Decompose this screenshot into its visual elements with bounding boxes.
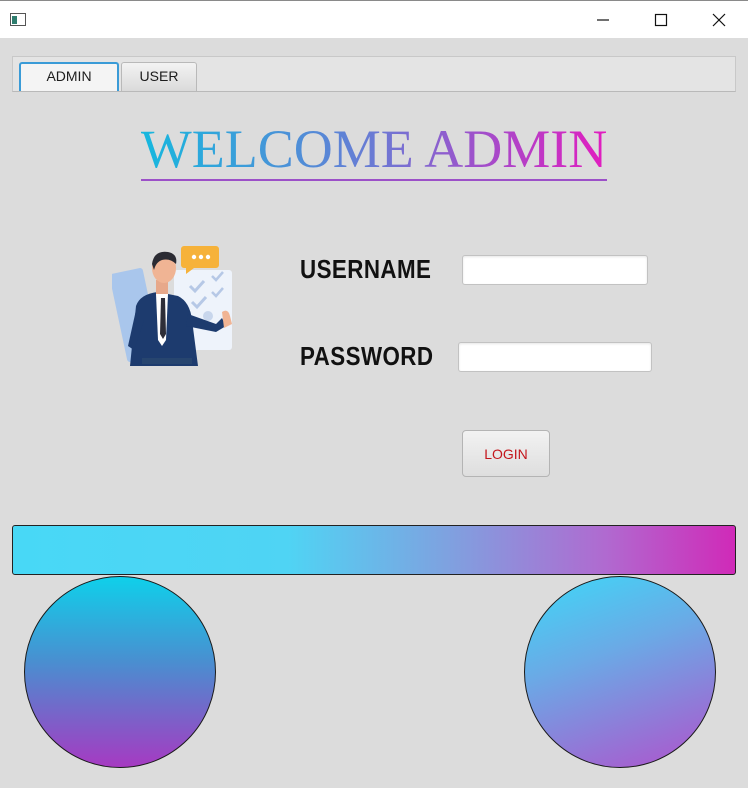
maximize-button[interactable] [632,1,690,39]
welcome-heading: WELCOME ADMIN [140,119,608,181]
password-label: PASSWORD [300,341,434,371]
gradient-bar [12,525,736,575]
minimize-button[interactable] [574,1,632,39]
close-icon [712,13,726,27]
businessman-illustration [112,246,232,366]
tab-admin[interactable]: ADMIN [19,62,119,91]
left-gradient-circle [24,576,216,768]
maximize-icon [654,13,668,27]
username-label: USERNAME [300,254,432,284]
window-titlebar [0,0,748,38]
app-icon [10,13,26,26]
login-button[interactable]: LOGIN [462,430,550,477]
username-input[interactable] [462,255,648,285]
tab-user[interactable]: USER [121,62,197,91]
right-gradient-circle [524,576,716,768]
page-title: WELCOME ADMIN [0,118,748,181]
minimize-icon [597,19,609,21]
close-button[interactable] [690,1,748,39]
password-input[interactable] [458,342,652,372]
tab-bar: ADMIN USER [12,56,736,92]
